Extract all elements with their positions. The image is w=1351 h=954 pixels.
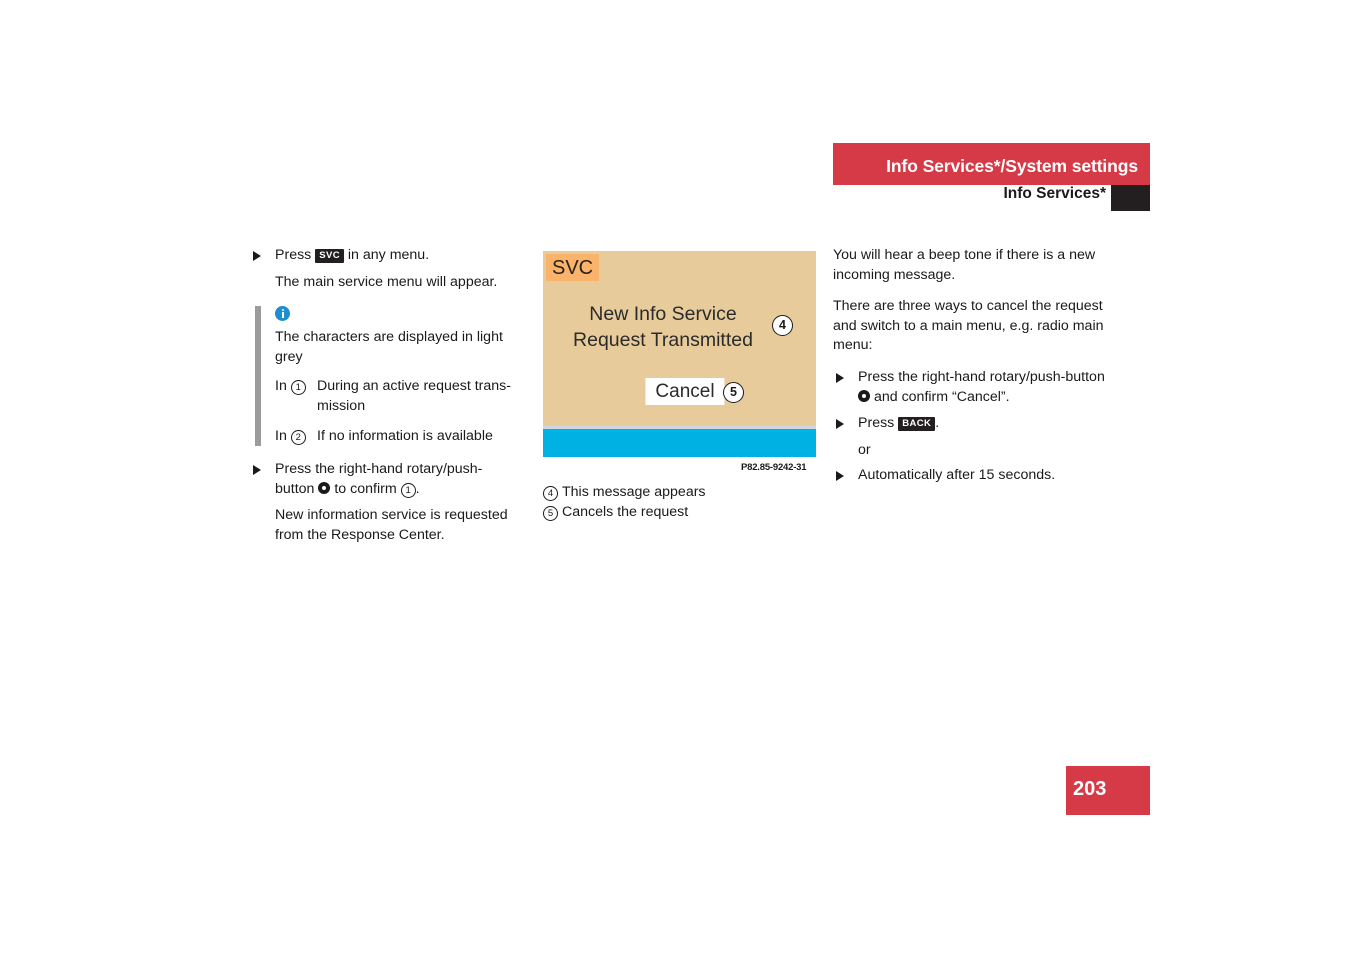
note-row: In 2 If no information is available bbox=[275, 427, 512, 447]
circled-number-1-icon: 1 bbox=[290, 380, 306, 396]
triangle-bullet-icon bbox=[253, 251, 261, 261]
legend-item: 5 Cancels the request bbox=[543, 502, 823, 522]
callout-4: 4 bbox=[772, 315, 793, 336]
circled-number-1-icon: 1 bbox=[400, 482, 416, 498]
section-tab-marker bbox=[1111, 185, 1150, 211]
note-row-value: If no information is available bbox=[317, 427, 493, 444]
chapter-title: Info Services*/System settings bbox=[886, 156, 1138, 176]
note-row: In 1 During an active request trans-miss… bbox=[275, 377, 512, 416]
note-rule bbox=[255, 306, 261, 447]
cancel-option-rotary-text-a: Press the right-hand rotary/push-button bbox=[858, 368, 1105, 385]
triangle-bullet-icon bbox=[836, 372, 844, 383]
step-press-svc: Press SVC in any menu. bbox=[250, 246, 512, 266]
triangle-bullet-icon bbox=[836, 419, 844, 430]
step-press-svc-result: The main service menu will appear. bbox=[275, 273, 498, 290]
cancel-option-rotary-text-b: and confirm “Cancel”. bbox=[873, 388, 1010, 405]
triangle-bullet-icon bbox=[253, 465, 261, 476]
svc-keycap-icon[interactable]: SVC bbox=[315, 248, 344, 263]
step-press-rotary-text-b: to confirm bbox=[334, 480, 397, 497]
note-block: The characters are displayed in light gr… bbox=[250, 306, 512, 447]
right-para-1: You will hear a beep tone if there is a … bbox=[833, 247, 1096, 283]
cancel-option-back-suffix: . bbox=[935, 415, 940, 432]
circled-number-5-icon: 5 bbox=[543, 506, 558, 521]
rotary-push-button-icon[interactable] bbox=[318, 481, 331, 494]
rotary-push-button-icon[interactable] bbox=[858, 389, 870, 402]
legend-item: 4 This message appears bbox=[543, 482, 823, 502]
callout-5: 5 bbox=[723, 382, 744, 403]
screen-figure: SVC New Info Service Request Transmitted… bbox=[543, 251, 816, 457]
figure-image-code: P82.85-9242-31 bbox=[741, 462, 807, 473]
section-title: Info Services* bbox=[1003, 185, 1106, 202]
legend-item-text: Cancels the request bbox=[562, 504, 689, 520]
note-row-key: In 2 bbox=[275, 427, 317, 447]
note-text: The characters are displayed in light gr… bbox=[275, 329, 503, 365]
note-row-value: During an active request trans-mission bbox=[317, 378, 511, 414]
step-press-svc-prefix: Press bbox=[275, 247, 312, 263]
right-column: You will hear a beep tone if there is a … bbox=[833, 246, 1108, 493]
step-press-rotary-period: . bbox=[415, 480, 420, 497]
figure-legend: 4 This message appears 5 Cancels the reque… bbox=[543, 482, 823, 522]
chapter-header-band: Info Services*/System settings bbox=[833, 143, 1150, 185]
cancel-option-rotary: Press the right-hand rotary/push-button … bbox=[833, 368, 1108, 407]
cancel-option-back: Press BACK. bbox=[833, 414, 1108, 434]
note-row-key-prefix: In bbox=[275, 427, 287, 444]
back-keycap-icon[interactable]: BACK bbox=[898, 416, 936, 431]
page-number-badge: 203 bbox=[1066, 766, 1150, 815]
circled-number-2-icon: 2 bbox=[290, 429, 306, 445]
page-number: 203 bbox=[1073, 778, 1107, 800]
cancel-option-timeout-text: Automatically after 15 seconds. bbox=[858, 467, 1056, 484]
screen-message-line-2: Request Transmitted bbox=[573, 329, 753, 351]
triangle-bullet-icon bbox=[836, 471, 844, 482]
legend-item-text: This message appears bbox=[562, 484, 706, 500]
head-unit-screen: SVC New Info Service Request Transmitted… bbox=[543, 251, 816, 426]
screen-cancel-button[interactable]: Cancel bbox=[645, 378, 725, 405]
screen-message-line-1: New Info Service bbox=[589, 303, 737, 325]
cancel-option-timeout: Automatically after 15 seconds. bbox=[833, 466, 1108, 486]
right-para-2: There are three ways to cancel the reque… bbox=[833, 298, 1104, 354]
step-press-rotary: Press the right-hand rotary/push-button … bbox=[250, 460, 512, 499]
or-separator: or bbox=[858, 441, 871, 458]
screen-message: New Info Service Request Transmitted bbox=[543, 301, 783, 353]
section-header: Info Services* bbox=[833, 185, 1150, 211]
circled-number-4-icon: 4 bbox=[543, 486, 558, 501]
step-press-rotary-result: New information service is requested fro… bbox=[275, 507, 508, 543]
screen-status-bar bbox=[543, 429, 816, 457]
note-row-key: In 1 bbox=[275, 377, 317, 416]
screen-svc-tab-label: SVC bbox=[552, 257, 594, 279]
screen-svc-tab: SVC bbox=[546, 254, 599, 281]
info-icon bbox=[275, 306, 290, 322]
cancel-option-back-prefix: Press bbox=[858, 415, 895, 432]
step-press-svc-suffix: in any menu. bbox=[347, 247, 430, 263]
note-row-key-prefix: In bbox=[275, 378, 287, 395]
left-column: Press SVC in any menu. The main service … bbox=[250, 246, 512, 558]
